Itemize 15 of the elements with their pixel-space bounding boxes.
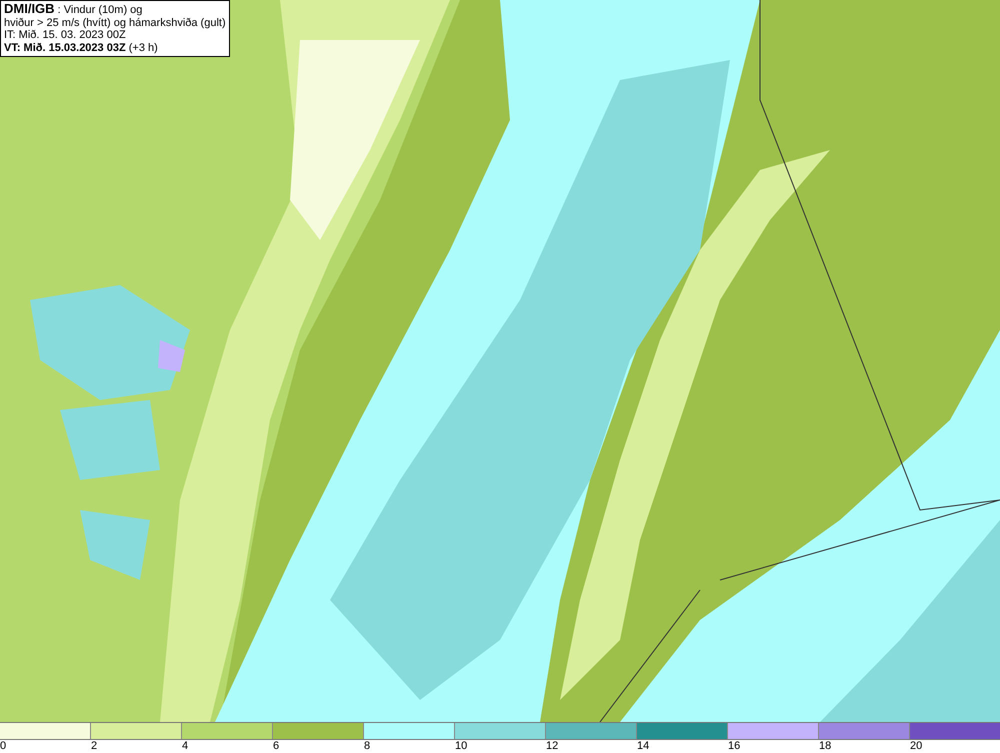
legend-label: 20 xyxy=(910,740,922,752)
legend-label: 4 xyxy=(182,740,188,752)
legend-label: 8 xyxy=(364,740,370,752)
initial-time: IT: Mið. 15. 03. 2023 00Z xyxy=(4,29,127,42)
legend-label: 6 xyxy=(273,740,280,752)
legend-label: 18 xyxy=(819,740,832,752)
map-title: DMI/IGB : Vindur (10m) og xyxy=(4,3,144,16)
map-subtitle: hviður > 25 m/s (hvítt) og hámarkshviða (gult) xyxy=(4,16,226,29)
legend-label: 16 xyxy=(728,740,740,752)
valid-time: VT: Mið. 15.03.2023 03Z (+3 h) xyxy=(4,42,159,54)
legend-label: 0 xyxy=(0,740,6,752)
legend-label: 12 xyxy=(546,740,558,752)
legend-label: 14 xyxy=(637,740,650,752)
legend-label: 10 xyxy=(455,740,468,752)
legend-label: 2 xyxy=(91,740,98,752)
